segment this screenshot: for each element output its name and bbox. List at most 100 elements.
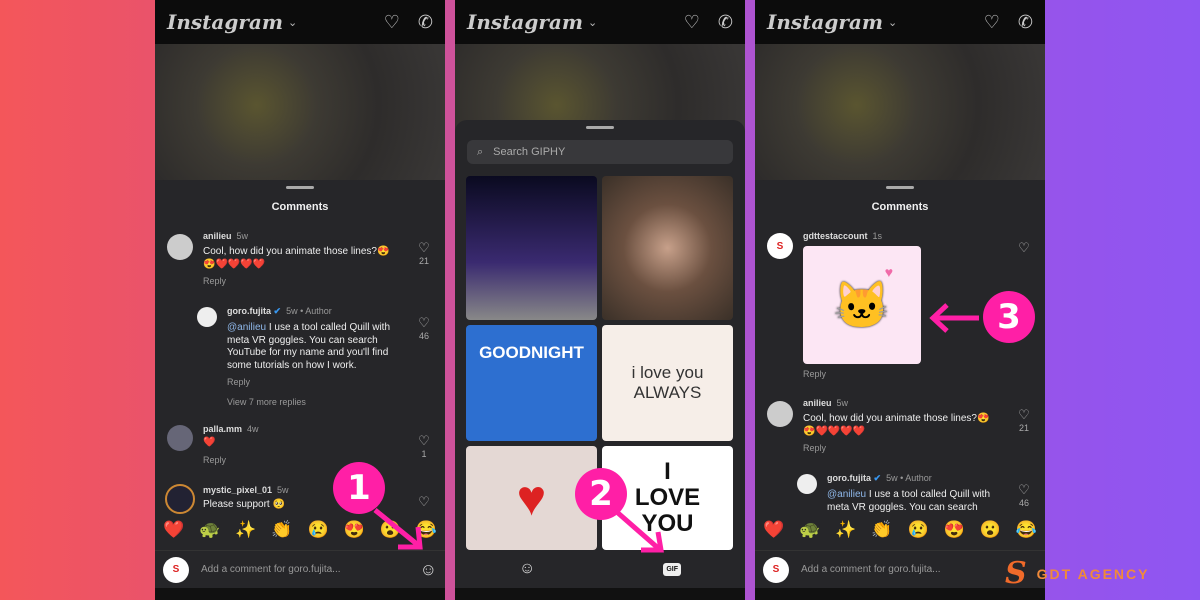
gif-tab[interactable]: GIF (663, 562, 681, 576)
emoji-bar: ❤️ 🐢 ✨ 👏 😢 😍 😮 😂 (763, 520, 1037, 540)
comment-text: Cool, how did you animate those lines?😍 😍… (803, 413, 990, 437)
like-button[interactable]: ♡ 21 (1017, 407, 1031, 433)
nav-bar (455, 588, 745, 600)
drag-handle[interactable] (586, 126, 614, 129)
emoji-button[interactable]: 😢 (307, 520, 328, 540)
reply-button[interactable]: Reply (803, 369, 826, 379)
giphy-search-input[interactable]: ⌕ Search GIPHY (467, 140, 733, 164)
drag-handle[interactable] (286, 186, 314, 189)
comment-text: @anilieu I use a tool called Quill with … (827, 489, 991, 513)
username[interactable]: goro.fujita ✔ 5w • Author (827, 473, 932, 484)
top-bar: Instagram ⌄ ♡ ✆ (755, 0, 1045, 44)
sticker-icon[interactable]: ☺ (420, 560, 437, 580)
top-bar: Instagram ⌄ ♡ ✆ (155, 0, 445, 44)
gif-item[interactable] (466, 176, 597, 320)
avatar[interactable] (167, 425, 193, 451)
like-button[interactable]: ♡ (1017, 240, 1031, 256)
chevron-down-icon[interactable]: ⌄ (288, 16, 297, 29)
reply-button[interactable]: Reply (227, 377, 250, 387)
messenger-icon[interactable]: ✆ (418, 12, 433, 33)
emoji-button[interactable]: ✨ (835, 520, 856, 540)
username[interactable]: palla.mm 4w (203, 424, 259, 434)
emoji-button[interactable]: 😍 (344, 520, 365, 540)
instagram-logo: Instagram (767, 10, 883, 34)
emoji-button[interactable]: 👏 (271, 520, 292, 540)
instagram-logo: Instagram (167, 10, 283, 34)
emoji-button[interactable]: 👏 (871, 520, 892, 540)
phone-panel-2: Instagram ⌄ ♡ ✆ ⌕ Search GIPHY GOODNIGHT i … (455, 0, 745, 600)
gif-item[interactable]: i love you ALWAYS (602, 325, 733, 441)
arrow-icon (616, 511, 664, 553)
username[interactable]: anilieu 5w (803, 398, 848, 408)
brand-logo: S GDT AGENCY (1005, 556, 1150, 591)
nav-bar (755, 588, 1045, 600)
comment-text: ❤️ (203, 437, 216, 448)
comments-title: Comments (871, 201, 929, 213)
emoji-button[interactable]: 😮 (980, 520, 1001, 540)
messenger-icon[interactable]: ✆ (718, 12, 733, 33)
view-more-replies[interactable]: View 7 more replies (227, 397, 306, 407)
avatar[interactable] (167, 234, 193, 260)
comment-input-row: S Add a comment for goro.fujita... (755, 550, 1045, 588)
heart-icon[interactable]: ♡ (384, 12, 400, 33)
avatar[interactable]: S (767, 233, 793, 259)
post-image (155, 44, 445, 180)
like-button[interactable]: ♡ 46 (1017, 482, 1031, 508)
messenger-icon[interactable]: ✆ (1018, 12, 1033, 33)
avatar[interactable] (197, 307, 217, 327)
avatar[interactable] (165, 484, 195, 514)
gif-sticker-cat[interactable]: 🐱 ♥ (803, 246, 921, 364)
comment-text: Please support 🥺 (203, 499, 285, 510)
giphy-tab-bar: ☺ GIF (455, 550, 745, 588)
heart-icon: ♡ (418, 240, 430, 255)
reply-button[interactable]: Reply (203, 455, 226, 465)
brand-name: GDT AGENCY (1036, 565, 1150, 582)
comment-input[interactable]: Add a comment for goro.fujita... (801, 564, 941, 575)
comment-text: @anilieu I use a tool called Quill with … (227, 322, 391, 371)
emoji-button[interactable]: 😍 (944, 520, 965, 540)
comment-text: Cool, how did you animate those lines?😍 😍… (203, 246, 390, 270)
drag-handle[interactable] (886, 186, 914, 189)
chevron-down-icon[interactable]: ⌄ (888, 16, 897, 29)
arrow-left-icon (929, 303, 979, 333)
reply-button[interactable]: Reply (803, 443, 826, 453)
username[interactable]: goro.fujita ✔ 5w • Author (227, 306, 332, 317)
emoji-button[interactable]: ❤️ (163, 520, 184, 540)
user-avatar: S (163, 556, 189, 583)
avatar[interactable] (767, 401, 793, 427)
comment-input[interactable]: Add a comment for goro.fujita... (201, 564, 341, 575)
chevron-down-icon[interactable]: ⌄ (588, 16, 597, 29)
timestamp: 5w (236, 231, 249, 241)
username[interactable]: gdttestaccount 1s (803, 231, 882, 241)
emoji-button[interactable]: ✨ (235, 520, 256, 540)
emoji-button[interactable]: 🐢 (199, 520, 220, 540)
emoji-button[interactable]: ❤️ (763, 520, 784, 540)
comments-title: Comments (271, 201, 329, 213)
comment-input-row: S Add a comment for goro.fujita... ☺ (155, 550, 445, 588)
avatar[interactable] (797, 474, 817, 494)
username[interactable]: anilieu 5w (203, 231, 248, 241)
user-avatar: S (763, 556, 789, 583)
step-badge: 3 (983, 291, 1035, 343)
like-button[interactable]: ♡ 21 (417, 240, 431, 266)
heart-icon[interactable]: ♡ (684, 12, 700, 33)
mention-link[interactable]: @anilieu (827, 489, 866, 500)
reply-button[interactable]: Reply (203, 276, 226, 286)
username[interactable]: mystic_pixel_01 5w (203, 485, 289, 495)
sticker-tab-icon[interactable]: ☺ (519, 560, 535, 578)
like-button[interactable]: ♡ 1 (417, 433, 431, 459)
gif-item[interactable]: GOODNIGHT (466, 325, 597, 441)
brand-mark-icon: S (1005, 556, 1027, 591)
nav-bar (155, 588, 445, 600)
post-image (755, 44, 1045, 180)
phone-panel-1: Instagram ⌄ ♡ ✆ Comments anilieu 5w Cool, h… (155, 0, 445, 600)
emoji-button[interactable]: 😂 (1016, 520, 1037, 540)
heart-icon[interactable]: ♡ (984, 12, 1000, 33)
mention-link[interactable]: @anilieu (227, 322, 266, 333)
like-button[interactable]: ♡ 46 (417, 315, 431, 341)
instagram-logo: Instagram (467, 10, 583, 34)
arrow-icon (373, 508, 423, 550)
emoji-button[interactable]: 😢 (907, 520, 928, 540)
emoji-button[interactable]: 🐢 (799, 520, 820, 540)
gif-item[interactable] (602, 176, 733, 320)
